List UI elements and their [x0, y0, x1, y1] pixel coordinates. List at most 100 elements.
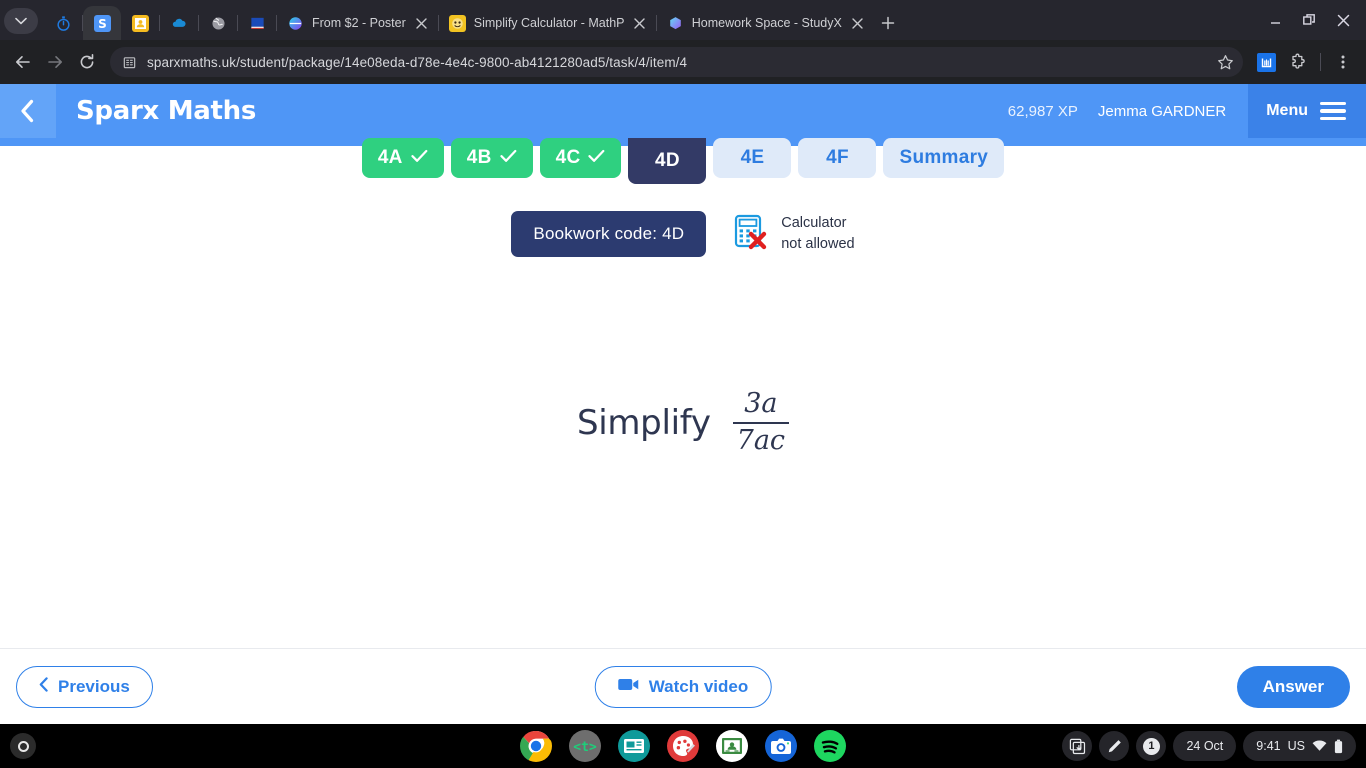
previous-label: Previous: [58, 676, 130, 696]
calculator-status-text: Calculator not allowed: [781, 213, 854, 255]
pinned-tab-onedrive[interactable]: [160, 6, 198, 40]
shelf-status-area: 1 24 Oct 9:41 US: [1062, 731, 1356, 761]
calculator-line-1: Calculator: [781, 214, 847, 231]
minimize-icon[interactable]: [1258, 3, 1292, 37]
bottom-action-bar: Previous Watch video Answer: [0, 648, 1366, 724]
chrome-menu-icon[interactable]: [1328, 47, 1358, 77]
new-tab-button[interactable]: [874, 9, 902, 37]
clock-label: 9:41: [1256, 739, 1281, 753]
restore-icon[interactable]: [1292, 3, 1326, 37]
stopwatch-icon: [55, 15, 72, 32]
system-tray[interactable]: 9:41 US: [1243, 731, 1356, 761]
task-tab-summary[interactable]: Summary: [883, 138, 1005, 178]
close-icon[interactable]: [632, 15, 648, 31]
tab-search-chevron-down-icon[interactable]: [4, 8, 38, 34]
paint-palette-icon[interactable]: [667, 730, 699, 762]
task-tab-label: 4E: [740, 147, 765, 168]
pinned-tab-book[interactable]: [238, 6, 276, 40]
calculator-line-2: not allowed: [781, 236, 855, 252]
xp-counter: 62,987 XP: [1007, 102, 1078, 120]
answer-label: Answer: [1262, 676, 1324, 696]
task-tab-4d[interactable]: 4D: [628, 138, 707, 184]
check-icon: [588, 147, 605, 169]
pinned-tab-globe[interactable]: [199, 6, 237, 40]
poster-icon: [287, 15, 304, 32]
mathpapa-icon: [448, 14, 466, 32]
keyboard-layout-label: US: [1287, 739, 1305, 753]
extension-icon[interactable]: [1251, 47, 1281, 77]
screen-capture-icon[interactable]: [1062, 731, 1093, 761]
task-tab-label: 4A: [377, 147, 403, 168]
close-icon[interactable]: [1326, 3, 1360, 37]
chromeos-shelf: <t> 1 24 Oct 9:41 US: [0, 724, 1366, 768]
svg-text:<t>: <t>: [573, 740, 597, 755]
tab-simplify-calculator-mathpapa[interactable]: Simplify Calculator - MathPapa: [439, 6, 656, 40]
user-name: Jemma GARDNER: [1097, 102, 1227, 120]
notification-badge[interactable]: 1: [1136, 731, 1167, 761]
task-tab-4e[interactable]: 4E: [713, 138, 792, 178]
answer-button[interactable]: Answer: [1236, 665, 1350, 708]
video-camera-icon: [618, 677, 640, 697]
reload-icon[interactable]: [72, 47, 102, 77]
tab-title: Simplify Calculator - MathPapa: [473, 16, 624, 30]
address-bar[interactable]: sparxmaths.uk/student/package/14e08eda-d…: [110, 47, 1243, 77]
question-prompt: Simplify: [576, 402, 711, 443]
book-icon: [249, 15, 266, 32]
menu-button[interactable]: Menu: [1248, 84, 1366, 138]
bookmark-star-icon[interactable]: [1213, 50, 1237, 74]
site-info-icon[interactable]: [122, 55, 137, 70]
pinned-tab-classroom[interactable]: [121, 6, 159, 40]
task-tab-4b[interactable]: 4B: [450, 138, 533, 178]
pinned-tab-stopwatch[interactable]: [44, 6, 82, 40]
globe-icon: [210, 15, 227, 32]
chrome-icon[interactable]: [520, 730, 552, 762]
spotify-icon[interactable]: [814, 730, 846, 762]
tab-title: Homework Space - StudyX: [691, 16, 842, 30]
task-tabs: 4A 4B 4C 4D 4E 4F Summary: [0, 138, 1366, 184]
task-tab-label: Summary: [899, 147, 989, 168]
stylus-icon[interactable]: [1099, 731, 1130, 761]
svg-text:S: S: [98, 16, 107, 30]
close-icon[interactable]: [414, 15, 430, 31]
check-icon: [499, 147, 517, 169]
tab-from-2-poster[interactable]: From $2 - Poster: [277, 6, 438, 40]
sparx-header-right: 62,987 XP Jemma GARDNER Menu: [1008, 84, 1366, 138]
pinned-tab-sparx[interactable]: S: [83, 6, 121, 40]
fraction: 3a 7ac: [732, 389, 790, 456]
sparx-header: Sparx Maths 62,987 XP Jemma GARDNER Menu: [0, 84, 1366, 138]
watch-video-button[interactable]: Watch video: [594, 665, 772, 708]
date-pill[interactable]: 24 Oct: [1173, 731, 1237, 761]
typing-club-icon[interactable]: <t>: [569, 730, 601, 762]
task-tab-4f[interactable]: 4F: [798, 138, 877, 178]
launcher-icon[interactable]: [10, 733, 36, 759]
back-icon[interactable]: [8, 47, 38, 77]
question-area: Simplify 3a 7ac: [0, 257, 1366, 648]
back-button[interactable]: [0, 84, 56, 138]
calculator-not-allowed-icon: [734, 214, 768, 255]
tab-strip-tabs: S From $2 - Poster Simplify Calculator -…: [4, 0, 1258, 40]
sparx-maths-page: Sparx Maths 62,987 XP Jemma GARDNER Menu…: [0, 84, 1366, 724]
task-tab-label: 4B: [466, 147, 492, 168]
google-classroom-icon[interactable]: [716, 730, 748, 762]
task-tab-4c[interactable]: 4C: [539, 138, 622, 178]
onedrive-icon: [171, 15, 188, 32]
camera-icon[interactable]: [765, 730, 797, 762]
browser-window: S From $2 - Poster Simplify Calculator -…: [0, 0, 1366, 724]
task-tab-4a[interactable]: 4A: [361, 138, 444, 178]
tab-homework-space-studyx[interactable]: Homework Space - StudyX: [657, 6, 874, 40]
calculator-status: Calculator not allowed: [734, 213, 855, 255]
fraction-denominator: 7ac: [736, 424, 786, 456]
extensions-puzzle-icon[interactable]: [1283, 47, 1313, 77]
watch-video-label: Watch video: [648, 676, 749, 696]
check-icon: [411, 147, 428, 169]
sparx-icon: S: [93, 14, 111, 32]
browser-toolbar: sparxmaths.uk/student/package/14e08eda-d…: [0, 40, 1366, 84]
forward-icon[interactable]: [40, 47, 70, 77]
previous-button[interactable]: Previous: [16, 665, 153, 708]
battery-icon: [1334, 739, 1343, 754]
wifi-icon: [1312, 740, 1327, 752]
chevron-left-icon: [39, 676, 49, 697]
task-tab-label: 4C: [555, 147, 581, 168]
close-icon[interactable]: [850, 15, 866, 31]
news-app-icon[interactable]: [618, 730, 650, 762]
